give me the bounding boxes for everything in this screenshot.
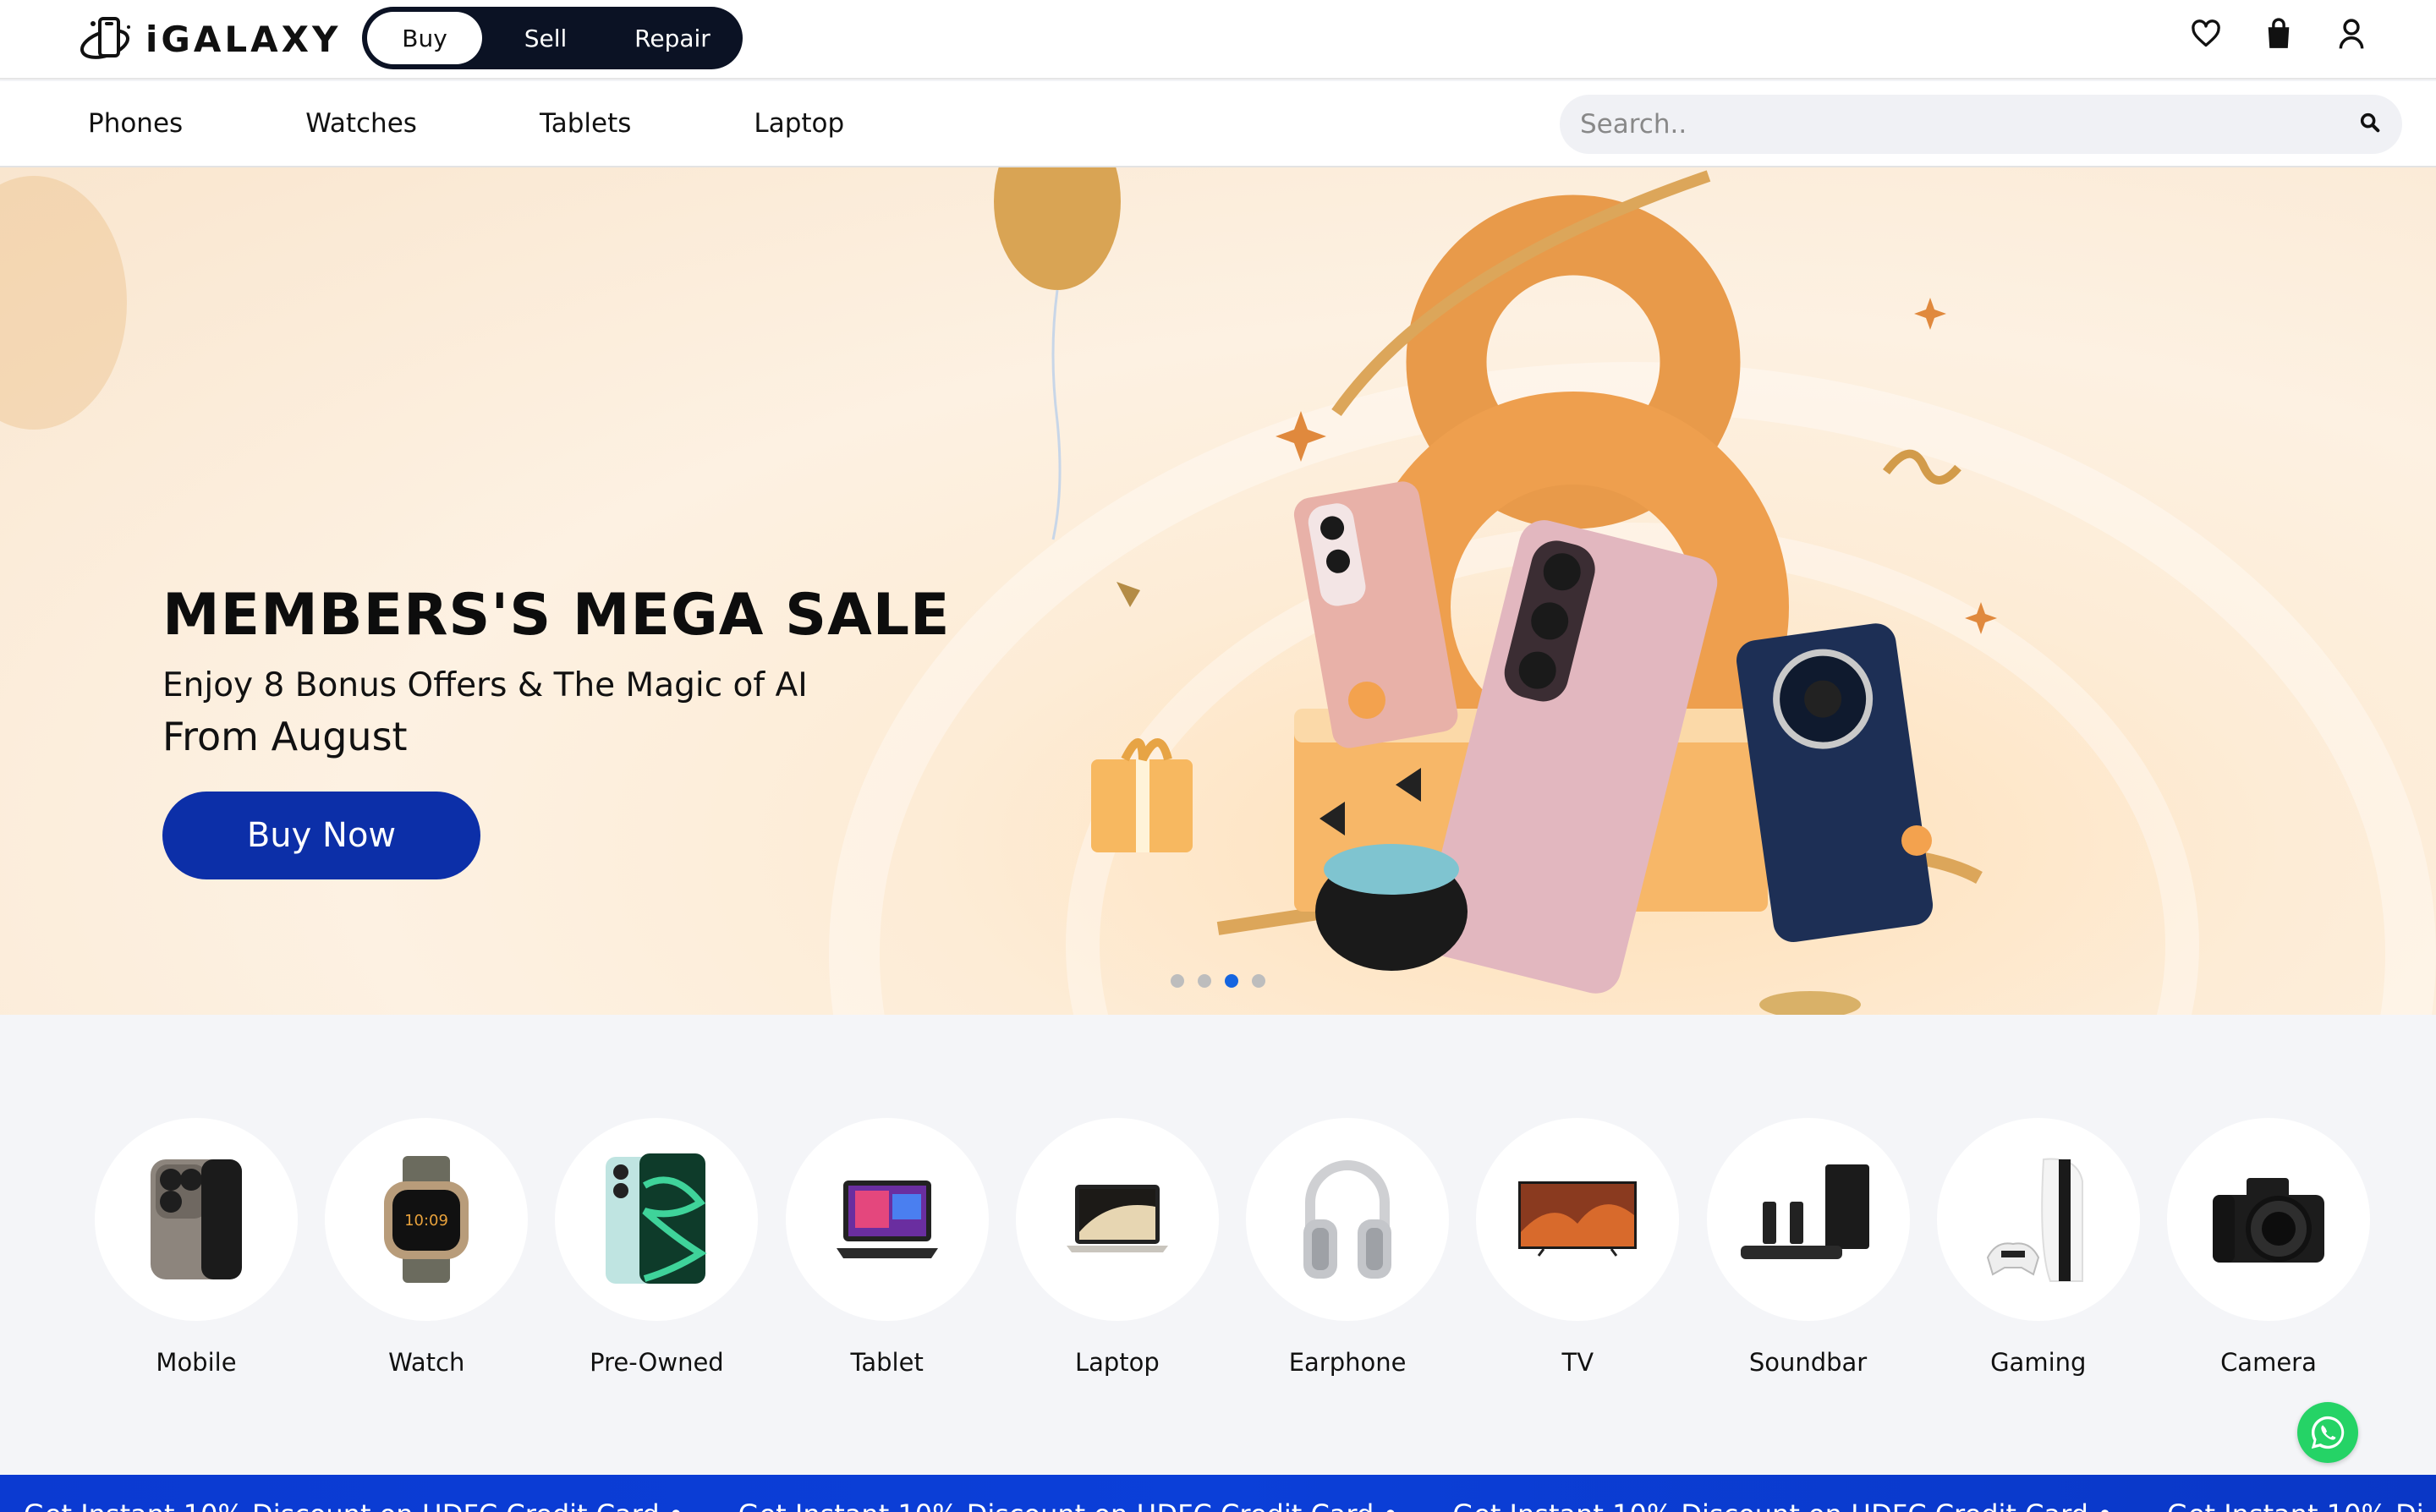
tv-icon <box>1476 1118 1680 1321</box>
ticker-item: Get Instant 10% Discount on HDFC Credit … <box>24 1498 684 1512</box>
tablet-icon <box>785 1118 989 1321</box>
ticker-item: Get Instant 10% Discount on HDFC Credit … <box>738 1498 1399 1512</box>
game-console-icon <box>1936 1118 2140 1321</box>
category-mobile[interactable]: Mobile <box>95 1118 298 1377</box>
nav-tablets-link[interactable]: Tablets <box>540 108 631 139</box>
header-actions <box>2189 15 2368 52</box>
brand-name: iGALAXY <box>145 18 342 60</box>
category-earphone[interactable]: Earphone <box>1246 1118 1450 1377</box>
carousel-dot-2[interactable] <box>1198 974 1211 988</box>
nav-links: Phones Watches Tablets Laptop <box>88 81 967 166</box>
account-user-icon[interactable] <box>2334 15 2368 52</box>
cart-bag-icon[interactable] <box>2262 15 2296 52</box>
ticker-item: Get Instant 10% Di <box>2167 1498 2424 1512</box>
search-input[interactable] <box>1580 109 2358 140</box>
category-label: Earphone <box>1288 1348 1407 1377</box>
ticker-track: Get Instant 10% Discount on HDFC Credit … <box>24 1498 2424 1512</box>
mode-buy-button[interactable]: Buy <box>367 12 482 64</box>
category-soundbar[interactable]: Soundbar <box>1706 1118 1910 1377</box>
category-label: Gaming <box>1990 1348 2087 1377</box>
category-pre-owned[interactable]: Pre-Owned <box>555 1118 759 1377</box>
nav-phones-link[interactable]: Phones <box>88 108 183 139</box>
carousel-dot-1[interactable] <box>1171 974 1184 988</box>
hero-banner: MEMBERS'S MEGA SALE Enjoy 8 Bonus Offers… <box>0 167 2436 1015</box>
svg-text:10:09: 10:09 <box>404 1212 448 1230</box>
nav-laptop-link[interactable]: Laptop <box>754 108 844 139</box>
category-label: Mobile <box>156 1348 237 1377</box>
brand-logo[interactable]: iGALAXY <box>80 12 341 66</box>
mode-sell-button[interactable]: Sell <box>482 12 609 64</box>
carousel-dot-4[interactable] <box>1252 974 1265 988</box>
category-tv[interactable]: TV <box>1476 1118 1680 1377</box>
mobile-icon <box>95 1118 298 1321</box>
category-label: TV <box>1561 1348 1594 1377</box>
laptop-icon <box>1015 1118 1219 1321</box>
buy-now-button[interactable]: Buy Now <box>162 792 480 879</box>
whatsapp-icon <box>2311 1416 2345 1449</box>
top-bar: iGALAXY Buy Sell Repair <box>0 0 2436 79</box>
carousel-dots <box>1171 974 1265 988</box>
category-nav-bar: Phones Watches Tablets Laptop <box>0 81 2436 167</box>
category-gaming[interactable]: Gaming <box>1936 1118 2140 1377</box>
search-bar <box>1560 95 2402 154</box>
mode-toggle: Buy Sell Repair <box>362 7 743 69</box>
camera-icon <box>2166 1118 2370 1321</box>
headphone-icon <box>1246 1118 1450 1321</box>
phone-logo-icon <box>80 17 130 59</box>
mode-repair-button[interactable]: Repair <box>609 12 736 64</box>
category-camera[interactable]: Camera <box>2166 1118 2370 1377</box>
category-label: Pre-Owned <box>590 1348 724 1377</box>
category-laptop[interactable]: Laptop <box>1015 1118 1219 1377</box>
pre-owned-phone-icon <box>555 1118 759 1321</box>
ticker-item: Get Instant 10% Discount on HDFC Credit … <box>1452 1498 2113 1512</box>
category-label: Soundbar <box>1748 1348 1868 1377</box>
category-label: Laptop <box>1074 1348 1160 1377</box>
category-label: Tablet <box>850 1348 924 1377</box>
category-label: Camera <box>2220 1348 2317 1377</box>
category-watch[interactable]: 10:09 Watch <box>325 1118 529 1377</box>
hero-subtitle: Enjoy 8 Bonus Offers & The Magic of AI <box>162 666 808 704</box>
watch-icon: 10:09 <box>325 1118 529 1321</box>
soundbar-icon <box>1706 1118 1910 1321</box>
hero-date-text: From August <box>162 714 408 759</box>
whatsapp-chat-button[interactable] <box>2297 1402 2358 1463</box>
search-icon[interactable] <box>2358 111 2382 138</box>
category-label: Watch <box>388 1348 465 1377</box>
wishlist-heart-icon[interactable] <box>2189 15 2223 52</box>
hero-title: MEMBERS'S MEGA SALE <box>162 582 951 649</box>
category-list: Mobile 10:09 Watch Pre-Owned Tablet Lapt… <box>95 1118 2370 1377</box>
category-tablet[interactable]: Tablet <box>785 1118 989 1377</box>
nav-watches-link[interactable]: Watches <box>305 108 417 139</box>
promo-ticker: Get Instant 10% Discount on HDFC Credit … <box>0 1475 2436 1512</box>
carousel-dot-3-active[interactable] <box>1225 974 1238 988</box>
